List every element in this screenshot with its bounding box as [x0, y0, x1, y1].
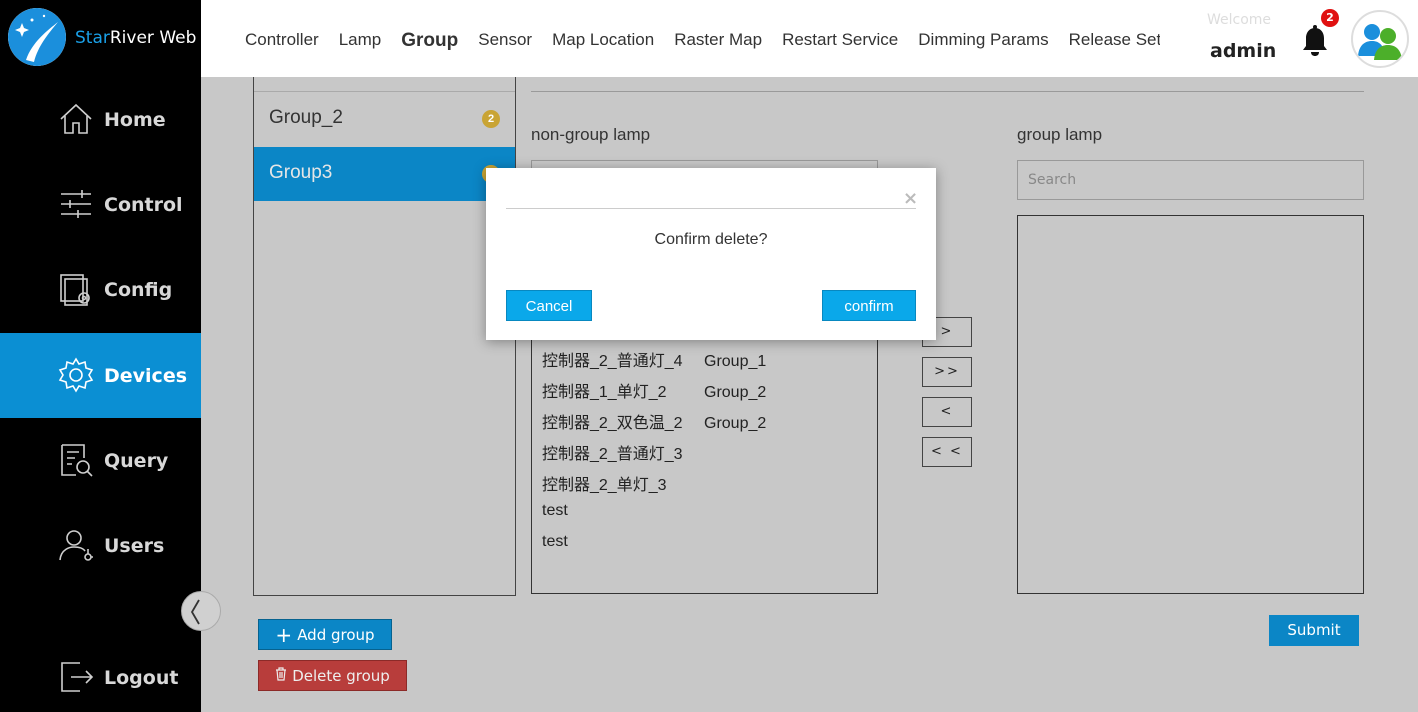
divider — [506, 208, 916, 209]
confirm-delete-dialog: × Confirm delete? Cancel confirm — [486, 168, 936, 340]
modal-backdrop[interactable] — [0, 0, 1418, 712]
confirm-button[interactable]: confirm — [822, 290, 916, 321]
dialog-message: Confirm delete? — [654, 231, 768, 248]
close-icon[interactable]: × — [903, 188, 918, 209]
cancel-button[interactable]: Cancel — [506, 290, 592, 321]
